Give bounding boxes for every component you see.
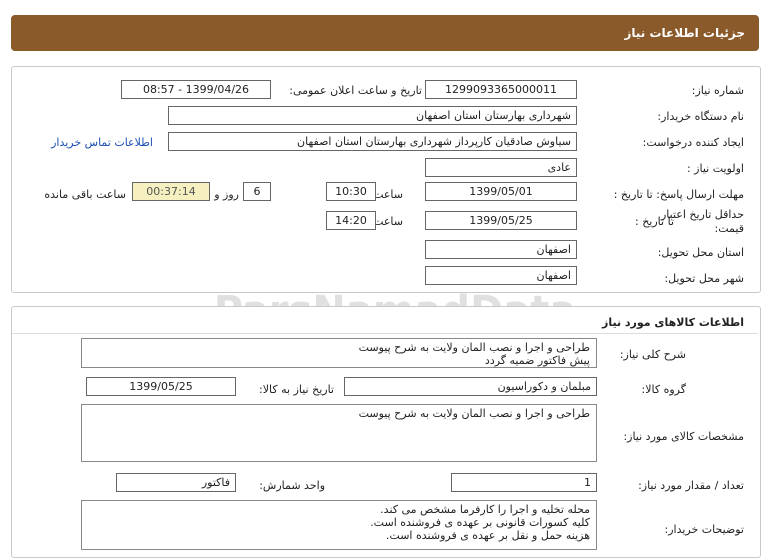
quantity-label: تعداد / مقدار مورد نیاز: bbox=[638, 479, 744, 492]
deadline-time-field: 10:30 bbox=[326, 182, 376, 201]
priority-field: عادی bbox=[425, 158, 577, 177]
quantity-field: 1 bbox=[451, 473, 597, 492]
buyer-notes-label: توضیحات خریدار: bbox=[664, 523, 745, 536]
validity-time-label: ساعت bbox=[373, 215, 403, 228]
need-date-label: تاریخ نیاز به کالا: bbox=[259, 383, 334, 396]
announce-datetime-field: 1399/04/26 - 08:57 bbox=[121, 80, 271, 99]
deadline-date-field: 1399/05/01 bbox=[425, 182, 577, 201]
validity-date-field: 1399/05/25 bbox=[425, 211, 577, 230]
province-label: استان محل تحویل: bbox=[657, 246, 744, 259]
validity-time-field: 14:20 bbox=[326, 211, 376, 230]
province-field: اصفهان bbox=[425, 240, 577, 259]
spec-text: طراحی و اجرا و نصب المان ولایت به شرح پی… bbox=[358, 407, 590, 420]
desc-label: شرح کلی نیاز: bbox=[619, 348, 686, 361]
goods-group-field: مبلمان و دکوراسیون bbox=[344, 377, 597, 396]
days-remaining-field: 6 bbox=[243, 182, 271, 201]
request-details-panel bbox=[11, 66, 761, 293]
notes-line-3: هزینه حمل و نقل بر عهده ی فروشنده است. bbox=[385, 529, 590, 542]
creator-field: سیاوش صادقیان کارپرداز شهرداری بهارستان … bbox=[168, 132, 577, 151]
page-title-bar: جزئیات اطلاعات نیاز bbox=[11, 15, 759, 51]
need-number-field: 1299093365000011 bbox=[425, 80, 577, 99]
buyer-notes-box: محله تخلیه و اجرا را کارفرما مشخص می کند… bbox=[81, 500, 597, 550]
page-title: جزئیات اطلاعات نیاز bbox=[624, 26, 745, 40]
city-label: شهر محل تحویل: bbox=[664, 272, 744, 285]
goods-group-label: گروه کالا: bbox=[641, 383, 686, 396]
city-field: اصفهان bbox=[425, 266, 577, 285]
need-description-box: طراحی و اجرا و نصب المان ولایت به شرح پی… bbox=[81, 338, 597, 368]
creator-label: ایجاد کننده درخواست: bbox=[642, 136, 744, 149]
buyer-org-field: شهرداری بهارستان استان اصفهان bbox=[168, 106, 577, 125]
unit-label: واحد شمارش: bbox=[259, 479, 325, 492]
notes-line-2: کلیه کسورات قانونی بر عهده ی فروشنده است… bbox=[370, 516, 590, 529]
deadline-time-label: ساعت bbox=[373, 188, 403, 201]
need-number-label: شماره نیاز: bbox=[691, 84, 744, 97]
buyer-org-label: نام دستگاه خریدار: bbox=[657, 110, 744, 123]
goods-section-title: اطلاعات کالاهای مورد نیاز bbox=[602, 316, 744, 329]
goods-title-divider bbox=[12, 333, 758, 334]
announce-label: تاریخ و ساعت اعلان عمومی: bbox=[289, 84, 422, 97]
unit-field: فاکتور bbox=[116, 473, 236, 492]
remaining-time-field: 00:37:14 bbox=[132, 182, 210, 201]
spec-box: طراحی و اجرا و نصب المان ولایت به شرح پی… bbox=[81, 404, 597, 462]
notes-line-1: محله تخلیه و اجرا را کارفرما مشخص می کند… bbox=[380, 503, 590, 516]
spec-label: مشخصات کالای مورد نیاز: bbox=[623, 430, 744, 443]
buyer-contact-link[interactable]: اطلاعات تماس خریدار bbox=[51, 136, 153, 149]
need-date-field: 1399/05/25 bbox=[86, 377, 236, 396]
deadline-label: مهلت ارسال پاسخ: تا تاریخ : bbox=[613, 188, 744, 201]
remaining-label: ساعت باقی مانده bbox=[44, 188, 126, 201]
days-label: روز و bbox=[214, 188, 239, 201]
desc-line-1: طراحی و اجرا و نصب المان ولایت به شرح پی… bbox=[358, 341, 590, 354]
desc-line-2: پیش فاکتور ضمیه گردد bbox=[484, 354, 590, 367]
priority-label: اولویت نیاز : bbox=[686, 162, 744, 175]
validity-until-label: تا تاریخ : bbox=[635, 215, 674, 228]
